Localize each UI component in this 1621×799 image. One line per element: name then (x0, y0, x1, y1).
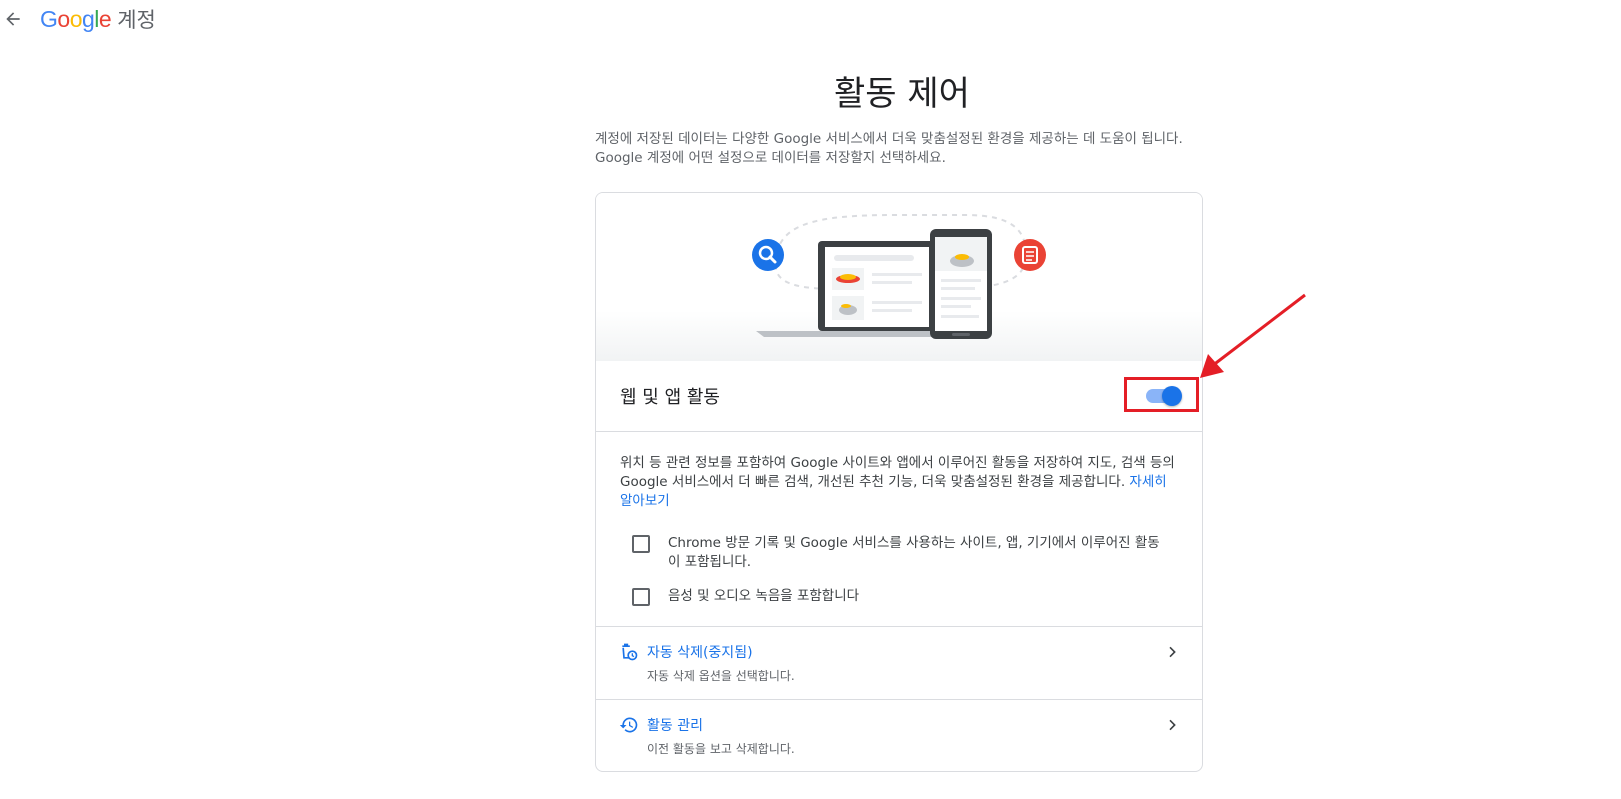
chrome-history-option[interactable]: Chrome 방문 기록 및 Google 서비스를 사용하는 사이트, 앱, … (632, 534, 1172, 572)
web-app-activity-row: 웹 및 앱 활동 (596, 361, 1202, 432)
google-account-brand[interactable]: Google 계정 (40, 4, 156, 34)
description-text: 위치 등 관련 정보를 포함하여 Google 사이트와 앱에서 이루어진 활동… (620, 455, 1175, 490)
app-header: Google 계정 (0, 0, 1621, 40)
product-name: 계정 (117, 8, 156, 32)
auto-delete-row[interactable]: 자동 삭제(중지됨) 자동 삭제 옵션을 선택합니다. (596, 626, 1202, 699)
auto-delete-subtitle: 자동 삭제 옵션을 선택합니다. (647, 669, 795, 683)
arrow-back-icon (6, 12, 20, 26)
page-intro: 계정에 저장된 데이터는 다양한 Google 서비스에서 더욱 맞춤설정된 환… (595, 131, 1183, 166)
manage-activity-subtitle: 이전 활동을 보고 삭제합니다. (647, 742, 795, 756)
web-app-activity-card: 웹 및 앱 활동 위치 등 관련 정보를 포함하여 Google 사이트와 앱에… (595, 192, 1203, 772)
audio-recording-label: 음성 및 오디오 녹음을 포함합니다 (668, 588, 860, 604)
chrome-history-checkbox[interactable] (632, 535, 650, 553)
auto-delete-title: 자동 삭제(중지됨) (647, 645, 753, 661)
google-logo: Google (40, 6, 112, 32)
annotation-arrow-icon (1200, 293, 1306, 378)
back-button[interactable] (0, 6, 26, 32)
chrome-history-label: Chrome 방문 기록 및 Google 서비스를 사용하는 사이트, 앱, … (668, 535, 1160, 570)
history-icon (619, 717, 638, 733)
activity-illustration (596, 193, 1202, 361)
manage-activity-title: 활동 관리 (647, 718, 703, 734)
activity-description: 위치 등 관련 정보를 포함하여 Google 사이트와 앱에서 이루어진 활동… (620, 454, 1180, 511)
toggle-thumb (1162, 386, 1182, 406)
page-title: 활동 제어 (834, 74, 970, 114)
chevron-right-icon (1169, 646, 1176, 658)
manage-activity-row[interactable]: 활동 관리 이전 활동을 보고 삭제합니다. (596, 699, 1202, 771)
web-app-activity-toggle[interactable] (1146, 384, 1184, 408)
chevron-right-icon (1169, 719, 1176, 731)
audio-recording-checkbox[interactable] (632, 588, 650, 606)
audio-recording-option[interactable]: 음성 및 오디오 녹음을 포함합니다 (632, 587, 1172, 606)
toggle-label: 웹 및 앱 활동 (620, 387, 720, 408)
auto-delete-icon (622, 643, 638, 661)
